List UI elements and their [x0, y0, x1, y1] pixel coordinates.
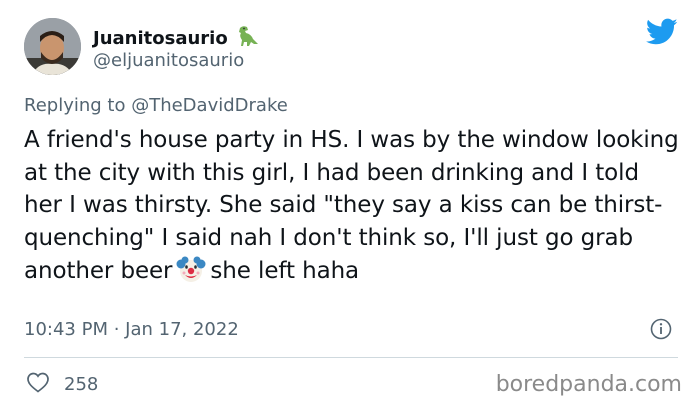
author-display-name[interactable]: Juanitosaurio: [93, 28, 228, 50]
heart-icon[interactable]: [26, 371, 50, 399]
tweet-timestamp[interactable]: 10:43 PM · Jan 17, 2022: [24, 319, 239, 341]
replying-to-line: Replying to @TheDavidDrake: [24, 94, 288, 118]
author-handle[interactable]: @eljuanitosaurio: [93, 50, 244, 72]
tweet-text-part2: she left haha: [210, 258, 360, 284]
replying-to-prefix: Replying to: [24, 95, 132, 116]
twitter-bird-icon[interactable]: [645, 18, 678, 50]
divider: [24, 357, 678, 358]
clown-face-icon: [176, 254, 206, 294]
like-action[interactable]: 258: [26, 371, 98, 399]
avatar[interactable]: [24, 18, 81, 75]
like-count: 258: [64, 374, 99, 395]
tweet-body: A friend's house party in HS. I was by t…: [24, 124, 684, 294]
watermark: boredpanda.com: [495, 372, 682, 397]
info-icon[interactable]: [650, 318, 672, 344]
reply-mention-link[interactable]: @TheDavidDrake: [131, 95, 288, 116]
